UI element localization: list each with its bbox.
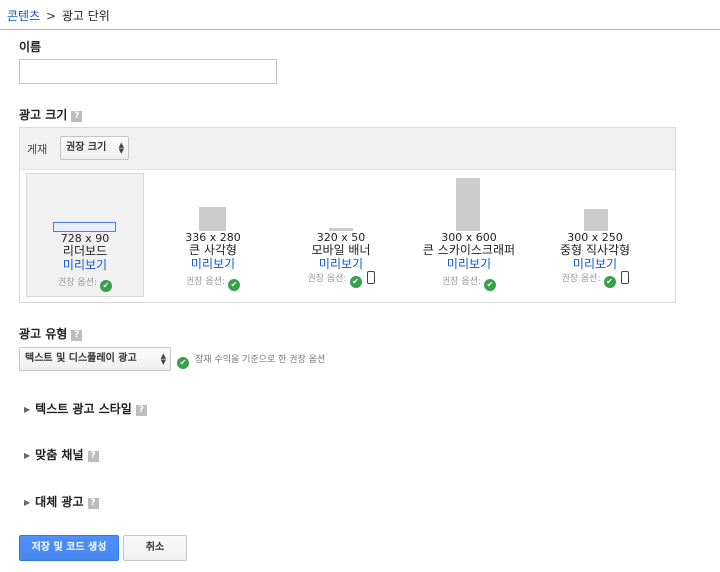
breadcrumb-current: 광고 단위 — [61, 9, 110, 23]
help-icon[interactable]: ? — [71, 330, 83, 341]
caret-right-icon: ▶ — [24, 405, 31, 414]
breadcrumb: 콘텐츠 > 광고 단위 — [0, 0, 720, 30]
check-icon: ✔ — [100, 280, 112, 292]
ad-size-option-medium-rectangle[interactable]: 300 x 250 중형 직사각형 미리보기 권장 옵션: ✔ — [536, 173, 654, 297]
recommended-label: 권장 옵션: — [441, 277, 481, 287]
filter-label: 게재 — [27, 143, 48, 156]
medium-rectangle-thumbnail — [584, 209, 608, 231]
recommended-label: 권장 옵션: — [57, 278, 97, 288]
check-icon: ✔ — [228, 279, 240, 291]
caret-right-icon: ▶ — [24, 498, 31, 507]
cancel-button[interactable]: 취소 — [123, 535, 187, 561]
preview-link[interactable]: 미리보기 — [27, 256, 143, 273]
caret-right-icon: ▶ — [24, 451, 31, 460]
updown-arrow-icon: ▲ ▼ — [118, 141, 124, 155]
help-icon[interactable]: ? — [71, 111, 83, 122]
recommended-indicator: 권장 옵션: ✔ — [27, 275, 143, 292]
check-icon: ✔ — [484, 279, 496, 291]
help-icon[interactable]: ? — [87, 498, 99, 509]
ad-size-option-large-skyscraper[interactable]: 300 x 600 큰 스카이스크래퍼 미리보기 권장 옵션: ✔ — [410, 173, 528, 297]
ad-type-value: 텍스트 및 디스플레이 광고 — [25, 353, 137, 364]
ad-type-label: 광고 유형? — [19, 325, 83, 342]
ad-type-select[interactable]: 텍스트 및 디스플레이 광고 ▲ ▼ — [19, 347, 171, 371]
ad-size-option-large-rectangle[interactable]: 336 x 280 큰 사각형 미리보기 권장 옵션: ✔ — [154, 173, 272, 297]
ad-size-option-mobile-banner[interactable]: 320 x 50 모바일 배너 미리보기 권장 옵션: ✔ — [282, 173, 400, 297]
recommended-indicator: 권장 옵션: ✔ — [154, 274, 272, 291]
recommended-indicator: 권장 옵션: ✔ — [282, 271, 400, 288]
recommended-label: 권장 옵션: — [307, 274, 347, 284]
mobile-phone-icon — [366, 271, 375, 284]
check-icon: ✔ — [177, 357, 189, 369]
ad-type-note: 잠재 수익을 기준으로 한 권장 옵션 — [195, 355, 326, 365]
preview-link[interactable]: 미리보기 — [410, 255, 528, 272]
save-and-get-code-button[interactable]: 저장 및 코드 생성 — [19, 535, 119, 561]
recommended-indicator: 권장 옵션: ✔ — [536, 271, 654, 288]
preview-link[interactable]: 미리보기 — [282, 255, 400, 272]
ad-size-label: 광고 크기? — [19, 106, 83, 123]
section-label: 맞춤 채널 — [35, 448, 84, 462]
check-icon: ✔ — [603, 276, 616, 288]
section-label: 텍스트 광고 스타일 — [35, 402, 132, 416]
ad-size-filter-bar: 게재 권장 크기 ▲ ▼ — [20, 128, 675, 170]
breadcrumb-link-content[interactable]: 콘텐츠 — [7, 9, 40, 23]
section-backup-ads[interactable]: ▶ 대체 광고? — [24, 493, 99, 510]
ad-size-option-leaderboard[interactable]: 728 x 90 리더보드 미리보기 권장 옵션: ✔ — [26, 173, 144, 297]
check-icon: ✔ — [349, 276, 362, 288]
updown-arrow-icon: ▲ ▼ — [160, 352, 166, 366]
mobile-phone-icon — [620, 271, 629, 284]
preview-link[interactable]: 미리보기 — [154, 255, 272, 272]
recommended-label: 권장 옵션: — [561, 274, 601, 284]
help-icon[interactable]: ? — [87, 451, 99, 462]
size-filter-value: 권장 크기 — [66, 142, 107, 153]
ad-size-panel: 게재 권장 크기 ▲ ▼ 728 x 90 리더보드 미리보기 권장 옵션: ✔ 3… — [19, 127, 676, 303]
size-filter-select[interactable]: 권장 크기 ▲ ▼ — [60, 136, 129, 160]
preview-link[interactable]: 미리보기 — [536, 255, 654, 272]
section-custom-channels[interactable]: ▶ 맞춤 채널? — [24, 446, 99, 463]
ad-type-label-text: 광고 유형 — [19, 327, 68, 341]
large-skyscraper-thumbnail — [456, 178, 480, 231]
name-input[interactable] — [19, 59, 277, 84]
help-icon[interactable]: ? — [135, 405, 147, 416]
large-rectangle-thumbnail — [199, 207, 226, 231]
recommended-label: 권장 옵션: — [185, 277, 225, 287]
section-label: 대체 광고 — [35, 495, 84, 509]
section-text-ad-style[interactable]: ▶ 텍스트 광고 스타일? — [24, 400, 147, 417]
name-label: 이름 — [19, 40, 42, 54]
ad-size-label-text: 광고 크기 — [19, 108, 68, 122]
recommended-indicator: 권장 옵션: ✔ — [410, 274, 528, 291]
breadcrumb-separator: > — [45, 9, 57, 23]
ad-type-recommendation: ✔ 잠재 수익을 기준으로 한 권장 옵션 — [177, 352, 325, 369]
leaderboard-thumbnail — [53, 222, 116, 232]
